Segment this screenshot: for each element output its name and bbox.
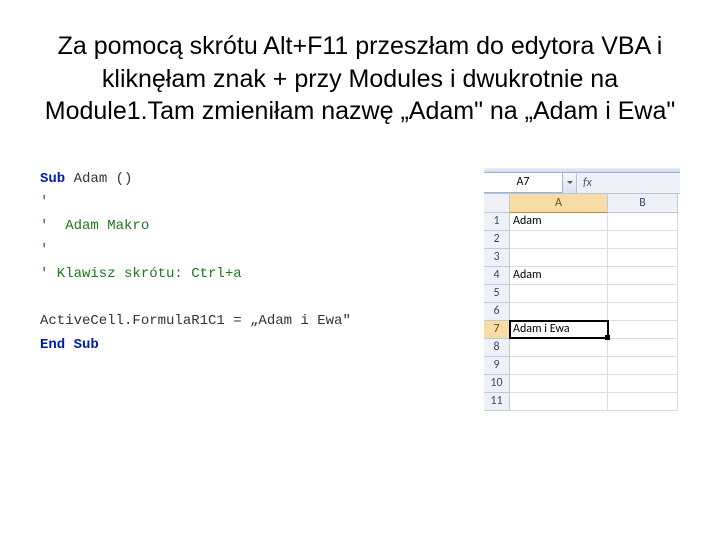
row-header[interactable]: 11 <box>484 393 510 411</box>
cell[interactable] <box>510 249 608 267</box>
code-keyword: End Sub <box>40 337 99 353</box>
cell[interactable] <box>510 231 608 249</box>
formula-bar-row: A7 fx <box>484 173 680 194</box>
cell[interactable]: Adam <box>510 213 608 231</box>
row-header[interactable]: 8 <box>484 339 510 357</box>
code-keyword: Sub <box>40 171 65 187</box>
cell[interactable] <box>608 357 678 375</box>
code-comment: ' Adam Makro <box>40 218 149 234</box>
name-box-dropdown-icon[interactable] <box>563 173 577 193</box>
cell[interactable] <box>510 375 608 393</box>
cell[interactable] <box>608 267 678 285</box>
cell[interactable] <box>510 357 608 375</box>
row-header[interactable]: 5 <box>484 285 510 303</box>
fx-label[interactable]: fx <box>577 173 598 193</box>
cell[interactable]: Adam <box>510 267 608 285</box>
vba-code-block: Sub Adam () ' ' Adam Makro ' ' Klawisz s… <box>40 168 464 358</box>
cell[interactable] <box>608 321 678 339</box>
cell[interactable] <box>608 393 678 411</box>
select-all-corner[interactable] <box>484 194 510 213</box>
cell[interactable] <box>510 285 608 303</box>
cell[interactable] <box>608 249 678 267</box>
row-header[interactable]: 3 <box>484 249 510 267</box>
cell[interactable] <box>608 231 678 249</box>
code-comment: ' Klawisz skrótu: Ctrl+a <box>40 266 242 282</box>
row-header[interactable]: 7 <box>484 321 510 339</box>
slide-title: Za pomocą skrótu Alt+F11 przeszłam do ed… <box>40 30 680 128</box>
row-header[interactable]: 10 <box>484 375 510 393</box>
row-header[interactable]: 9 <box>484 357 510 375</box>
row-header[interactable]: 2 <box>484 231 510 249</box>
active-cell[interactable]: Adam i Ewa <box>509 320 609 339</box>
spreadsheet-grid[interactable]: A B 1 Adam 2 3 4 Adam 5 6 <box>484 194 680 411</box>
name-box[interactable]: A7 <box>484 173 563 193</box>
cell[interactable] <box>608 213 678 231</box>
row-header[interactable]: 4 <box>484 267 510 285</box>
cell[interactable] <box>608 303 678 321</box>
code-comment: ' <box>40 194 48 210</box>
column-header-a[interactable]: A <box>510 194 608 213</box>
excel-fragment: A7 fx A B 1 Adam 2 3 4 Adam 5 <box>484 168 680 411</box>
row-header[interactable]: 6 <box>484 303 510 321</box>
column-header-b[interactable]: B <box>608 194 678 213</box>
cell[interactable] <box>510 393 608 411</box>
cell[interactable] <box>510 303 608 321</box>
cell[interactable] <box>608 339 678 357</box>
cell[interactable] <box>608 375 678 393</box>
code-text: ActiveCell.FormulaR1C1 = „Adam i Ewa" <box>40 313 351 329</box>
cell[interactable] <box>510 339 608 357</box>
code-text: Adam () <box>65 171 132 187</box>
row-header[interactable]: 1 <box>484 213 510 231</box>
code-comment: ' <box>40 242 48 258</box>
cell[interactable] <box>608 285 678 303</box>
